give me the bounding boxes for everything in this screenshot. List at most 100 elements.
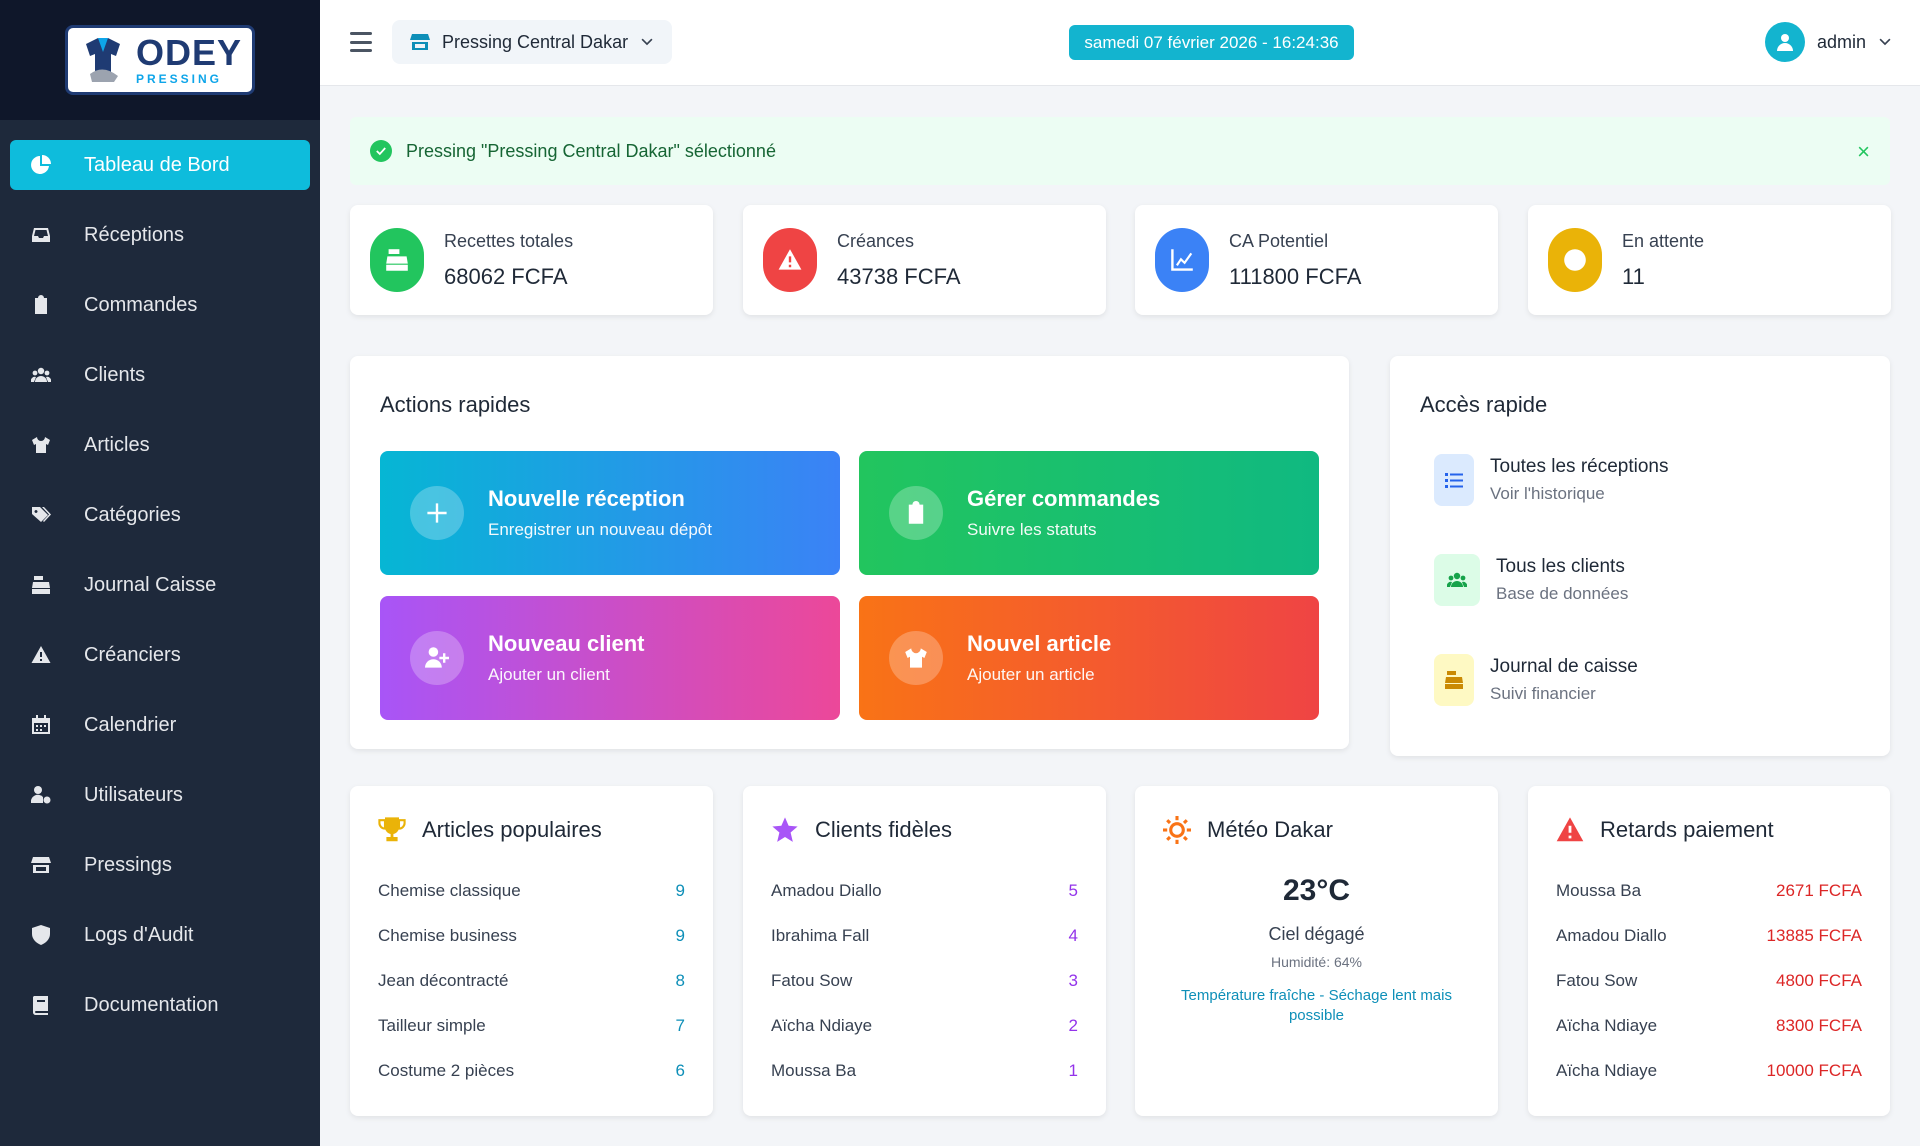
user-menu[interactable]: admin [1764, 22, 1892, 62]
item-name: Aïcha Ndiaye [771, 1016, 873, 1035]
stat-label: Créances [837, 230, 915, 251]
panel-title: Actions rapides [380, 392, 531, 417]
stat-label: Recettes totales [444, 230, 574, 251]
item-value: 2 [1068, 1016, 1078, 1035]
tags-icon [30, 504, 52, 526]
item-name: Amadou Diallo [1556, 926, 1667, 945]
sidebar-item-tableau-de-bord[interactable]: Tableau de Bord [10, 140, 310, 190]
sidebar-item-creanciers[interactable]: Créanciers [10, 630, 310, 680]
sidebar-item-utilisateurs[interactable]: Utilisateurs [10, 770, 310, 820]
quick-link-title: Toutes les réceptions [1490, 456, 1669, 477]
warning-icon [1556, 817, 1584, 842]
sidebar-item-label: Journal Caisse [84, 573, 217, 596]
quick-access-panel: Accès rapide Toutes les réceptions Voir l… [1390, 356, 1890, 756]
plus-icon [410, 486, 464, 540]
sidebar-item-articles[interactable]: Articles [10, 420, 310, 470]
shirt-icon [889, 631, 943, 685]
trophy-icon [378, 817, 406, 842]
user-name: admin [1816, 31, 1866, 52]
new-reception-button[interactable]: Nouvelle réception Enregistrer un nouveau… [380, 451, 840, 575]
clipboard-icon [889, 486, 943, 540]
list-item: Aïcha Ndiaye 8300 FCFA [1556, 1012, 1862, 1040]
quick-link-title: Journal de caisse [1490, 656, 1638, 677]
item-name: Chemise classique [378, 881, 521, 900]
item-name: Amadou Diallo [771, 881, 882, 900]
list-item: Aïcha Ndiaye 2 [771, 1012, 1078, 1040]
panel-title: Clients fidèles [815, 817, 952, 842]
sidebar-item-pressings[interactable]: Pressings [10, 840, 310, 890]
store-icon [410, 34, 430, 50]
top-header: Pressing Central Dakar samedi 07 février… [320, 0, 1920, 86]
stat-value: 111800 FCFA [1229, 263, 1362, 289]
item-value: 3 [1068, 971, 1078, 990]
list-item: Amadou Diallo 13885 FCFA [1556, 922, 1862, 950]
new-article-button[interactable]: Nouvel article Ajouter un article [859, 596, 1319, 720]
popular-articles-panel: Articles populaires Chemise classique 9 C… [350, 786, 713, 1116]
weather-humidity: Humidité: 64% [1270, 954, 1363, 970]
cash-register-icon [370, 228, 424, 292]
list-item: Ibrahima Fall 4 [771, 922, 1078, 950]
action-title: Nouvelle réception [488, 486, 685, 511]
brand-logo[interactable]: ODEY PRESSING [65, 25, 255, 95]
stat-card-en-attente: En attente 11 [1528, 205, 1891, 315]
users-icon [30, 364, 52, 386]
pie-chart-icon [30, 154, 52, 176]
quick-link-clients[interactable]: Tous les clients Base de données [1434, 554, 1628, 606]
sidebar-item-clients[interactable]: Clients [10, 350, 310, 400]
item-value: 9 [675, 881, 685, 900]
sidebar-item-documentation[interactable]: Documentation [10, 980, 310, 1030]
item-value: 1 [1068, 1061, 1078, 1080]
sidebar-item-label: Utilisateurs [84, 783, 183, 806]
item-value: 10000 FCFA [1766, 1061, 1862, 1080]
manage-orders-button[interactable]: Gérer commandes Suivre les statuts [859, 451, 1319, 575]
success-alert: Pressing "Pressing Central Dakar" sélect… [350, 117, 1890, 185]
weather-temperature: 23°C [1282, 874, 1351, 907]
user-icon [1776, 34, 1793, 51]
action-subtitle: Enregistrer un nouveau dépôt [488, 520, 712, 539]
weather-panel: Météo Dakar 23°C Ciel dégagé Humidité: 6… [1135, 786, 1498, 1116]
quick-link-subtitle: Base de données [1496, 584, 1629, 603]
calendar-icon [30, 714, 52, 736]
action-subtitle: Ajouter un client [488, 665, 610, 684]
item-value: 5 [1068, 881, 1078, 900]
list-item: Costume 2 pièces 6 [378, 1057, 685, 1085]
sidebar-nav: Tableau de Bord Réceptions Commandes Cli… [0, 120, 320, 1030]
chart-line-icon [1155, 228, 1209, 292]
list-item: Chemise classique 9 [378, 877, 685, 905]
brand-name: ODEY [136, 32, 243, 73]
action-title: Nouveau client [488, 631, 645, 656]
sidebar-item-label: Réceptions [84, 223, 185, 246]
sidebar-item-label: Catégories [84, 503, 181, 526]
panel-title: Accès rapide [1420, 392, 1548, 417]
pressing-selector[interactable]: Pressing Central Dakar [392, 20, 673, 64]
panel-title: Retards paiement [1600, 817, 1774, 842]
logo-shirt-icon [78, 34, 128, 86]
sidebar-item-label: Pressings [84, 853, 172, 876]
clipboard-icon [30, 294, 52, 316]
sidebar-item-journal-caisse[interactable]: Journal Caisse [10, 560, 310, 610]
stat-card-creances: Créances 43738 FCFA [743, 205, 1106, 315]
menu-toggle-icon[interactable] [350, 32, 372, 52]
list-item: Aïcha Ndiaye 10000 FCFA [1556, 1057, 1862, 1085]
quick-link-receptions[interactable]: Toutes les réceptions Voir l'historique [1434, 454, 1669, 506]
quick-actions-panel: Actions rapides Nouvelle réception Enregi… [350, 356, 1349, 749]
sidebar-item-receptions[interactable]: Réceptions [10, 210, 310, 260]
check-circle-icon [370, 140, 392, 162]
sidebar-item-commandes[interactable]: Commandes [10, 280, 310, 330]
item-name: Tailleur simple [378, 1016, 486, 1035]
item-value: 7 [675, 1016, 685, 1035]
new-client-button[interactable]: Nouveau client Ajouter un client [380, 596, 840, 720]
sidebar-item-logs-audit[interactable]: Logs d'Audit [10, 910, 310, 960]
item-value: 8 [675, 971, 685, 990]
quick-link-cash-journal[interactable]: Journal de caisse Suivi financier [1434, 654, 1638, 706]
quick-link-subtitle: Voir l'historique [1490, 484, 1605, 503]
panel-title: Articles populaires [422, 817, 602, 842]
item-value: 4800 FCFA [1776, 971, 1862, 990]
close-icon[interactable]: × [1857, 139, 1870, 165]
item-name: Jean décontracté [378, 971, 509, 990]
sidebar-item-categories[interactable]: Catégories [10, 490, 310, 540]
action-subtitle: Suivre les statuts [967, 520, 1097, 539]
item-name: Moussa Ba [771, 1061, 857, 1080]
sidebar-item-calendrier[interactable]: Calendrier [10, 700, 310, 750]
item-name: Fatou Sow [771, 971, 853, 990]
